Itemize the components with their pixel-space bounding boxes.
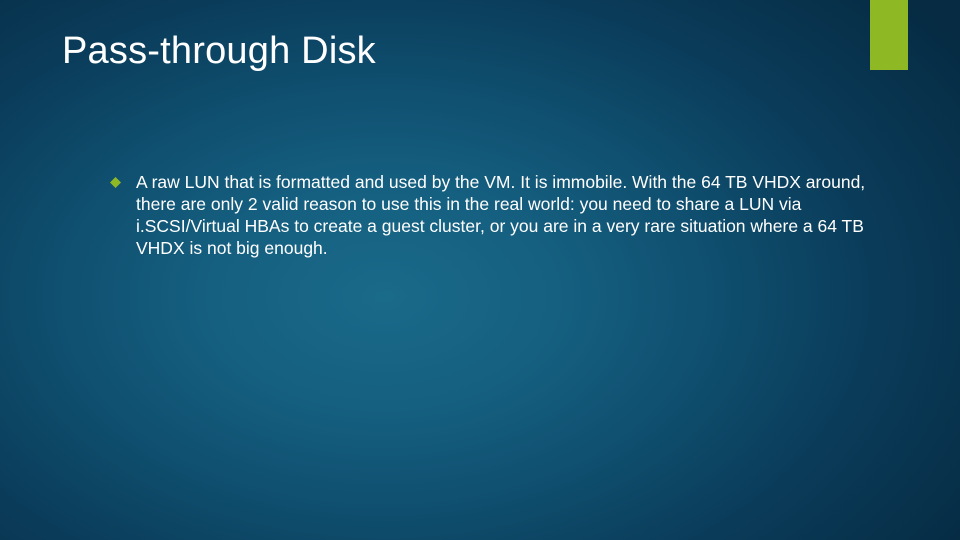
slide-title: Pass-through Disk: [62, 30, 376, 73]
slide: Pass-through Disk A raw LUN that is form…: [0, 0, 960, 540]
bullet-text: A raw LUN that is formatted and used by …: [136, 172, 865, 258]
bullet-item: A raw LUN that is formatted and used by …: [110, 172, 870, 260]
slide-content: A raw LUN that is formatted and used by …: [110, 172, 870, 260]
accent-bar: [870, 0, 908, 70]
